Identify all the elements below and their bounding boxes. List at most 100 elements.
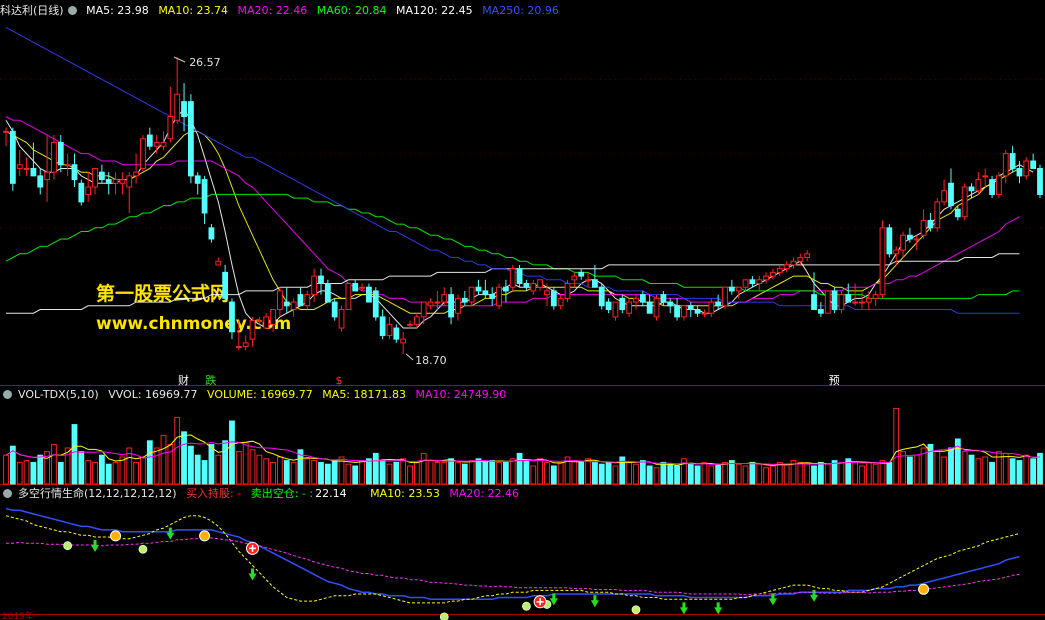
volume-bar [776, 461, 783, 485]
volume-bar [146, 440, 153, 485]
volume-bar [550, 465, 557, 485]
candle [824, 290, 831, 314]
candle-body [434, 301, 441, 304]
candle-body [461, 297, 468, 303]
candle-body [201, 179, 208, 214]
volume-bar [57, 461, 64, 485]
candle-body [735, 286, 742, 292]
candle [578, 268, 585, 280]
sell-arrow-icon [248, 568, 257, 581]
candle-body [427, 301, 434, 307]
candle [605, 298, 612, 314]
candle-body [996, 175, 1002, 195]
candle [509, 264, 516, 291]
candle [9, 127, 16, 191]
candle-body [824, 290, 831, 314]
candle-body [1009, 153, 1016, 169]
candle-body [831, 290, 838, 310]
candle-body [537, 279, 544, 288]
candle [694, 305, 701, 317]
indicator-trend-line [5, 507, 1020, 601]
volume-bar [708, 465, 715, 485]
candle [722, 286, 728, 310]
volume-bar [913, 454, 920, 485]
candle [249, 316, 256, 347]
candle-body [797, 257, 804, 262]
candle-body [359, 286, 365, 289]
candle [153, 135, 160, 154]
volume-bar [633, 463, 639, 485]
candle-body [455, 297, 461, 314]
candle-body [502, 286, 509, 292]
candle [242, 335, 249, 351]
candle-body [859, 301, 865, 304]
apple-signal-icon [439, 612, 449, 620]
candle-body [270, 308, 276, 325]
candle-body [496, 286, 502, 307]
candle [475, 279, 482, 295]
sell-arrow-icon [590, 595, 599, 608]
volume-bar [557, 461, 564, 485]
volume-bar [201, 460, 208, 485]
candle [23, 157, 30, 176]
high-label-pointer [173, 56, 186, 63]
volume-bar [578, 461, 585, 485]
volume-bar [906, 456, 913, 485]
volume-bar [51, 443, 57, 485]
volume-bar [1009, 458, 1016, 485]
candle [489, 287, 496, 306]
indicator-ma20-line [6, 537, 1020, 596]
volume-bar [701, 461, 708, 485]
candle-body [98, 171, 105, 181]
volume-bar [263, 458, 270, 485]
candle-body [790, 260, 797, 266]
volume-bar [461, 463, 468, 485]
candle-body [64, 164, 71, 167]
candle-body [338, 308, 345, 329]
volume-bar [756, 463, 763, 485]
candle [331, 298, 338, 321]
candle-body [441, 294, 448, 303]
candle-body [51, 141, 57, 173]
candle [934, 198, 941, 232]
candle-body [653, 297, 660, 318]
candle-body [544, 290, 550, 296]
volume-bar [879, 460, 886, 485]
candle [872, 290, 879, 306]
event-marker: 跌 [205, 373, 216, 387]
candle [393, 324, 400, 343]
volume-bar [85, 460, 92, 485]
candle [352, 279, 359, 292]
candle-body [701, 312, 708, 315]
candle [749, 276, 756, 288]
volume-bar [968, 454, 975, 485]
volume-bar [660, 461, 667, 485]
candle [187, 94, 194, 184]
candle [407, 320, 413, 329]
candle-body [872, 294, 879, 299]
candle-body [222, 271, 229, 299]
volume-bar [612, 465, 619, 485]
candle [146, 127, 153, 150]
candle-body [770, 271, 776, 277]
candle-body [612, 301, 619, 318]
candle-body [420, 301, 427, 318]
candle-body [160, 141, 167, 147]
candle [270, 308, 276, 332]
candle-body [413, 316, 420, 325]
candle-body [23, 167, 30, 170]
volume-bar [23, 460, 30, 485]
volume-bar [1037, 452, 1043, 485]
candle [277, 287, 283, 317]
candle [92, 167, 98, 195]
volume-bar [626, 461, 633, 485]
candle [996, 172, 1002, 199]
candle-body [256, 320, 263, 323]
candle [37, 168, 44, 195]
candle [667, 298, 674, 314]
candle-body [30, 167, 37, 177]
candle [44, 135, 50, 202]
candle [674, 298, 680, 321]
volume-bar [229, 420, 235, 485]
candle [537, 279, 544, 291]
